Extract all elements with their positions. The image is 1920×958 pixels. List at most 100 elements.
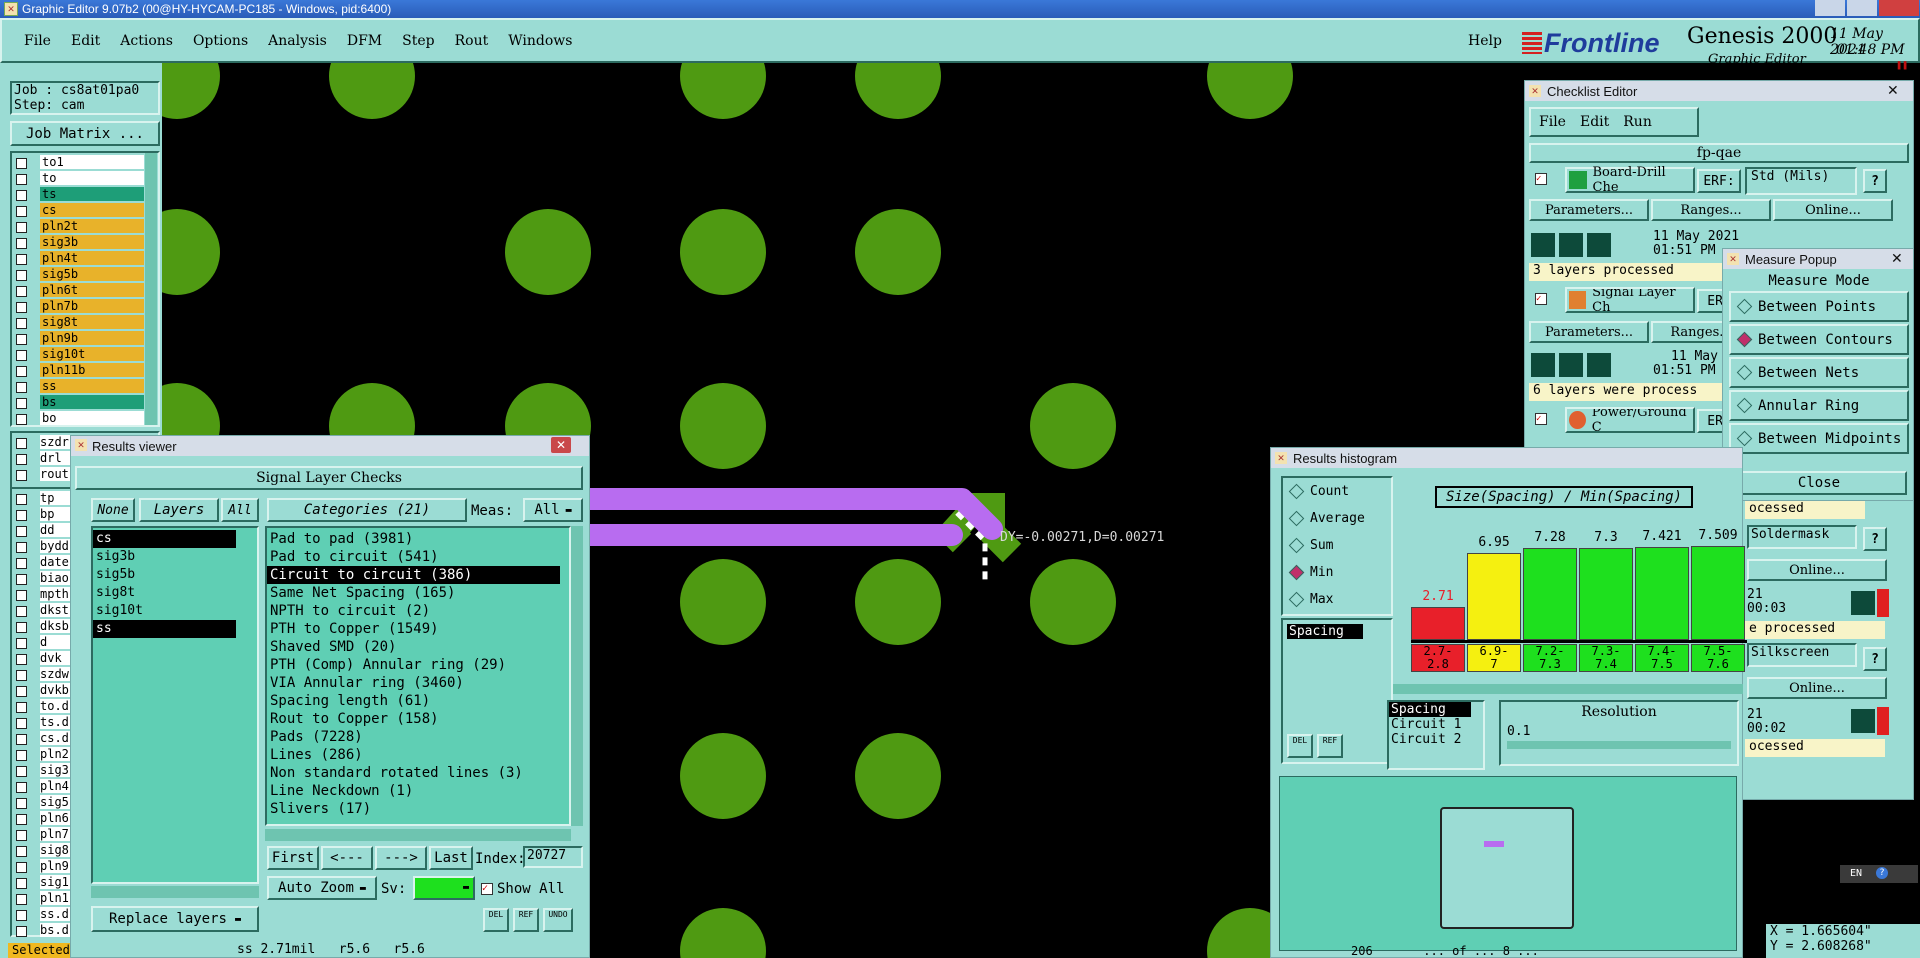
- layer-checkbox[interactable]: [16, 654, 27, 665]
- all-button[interactable]: All: [221, 498, 259, 522]
- layer-checkbox[interactable]: [16, 206, 27, 217]
- layer-checkbox[interactable]: [16, 670, 27, 681]
- layer-checkbox[interactable]: [16, 190, 27, 201]
- layer-checkbox[interactable]: [16, 526, 27, 537]
- layer-checkbox[interactable]: [16, 238, 27, 249]
- ref-button[interactable]: REF: [513, 908, 539, 932]
- menu-dfm[interactable]: DFM: [347, 33, 382, 49]
- sv-color-select[interactable]: ▬: [413, 876, 475, 900]
- layer-checkbox[interactable]: [16, 350, 27, 361]
- category-list-vscroll[interactable]: [571, 526, 583, 826]
- layer-checkbox[interactable]: [16, 574, 27, 585]
- list2-item[interactable]: Spacing: [1389, 702, 1471, 717]
- measure-option[interactable]: Between Nets: [1729, 357, 1909, 388]
- result-layer-item[interactable]: sig3b: [93, 548, 236, 566]
- menu-help[interactable]: Help: [1468, 33, 1502, 49]
- cl-menu-run[interactable]: Run: [1623, 114, 1652, 130]
- run-icon[interactable]: [1559, 233, 1583, 257]
- layer-checkbox[interactable]: [16, 718, 27, 729]
- check1-parameters-button[interactable]: Parameters...: [1529, 199, 1649, 221]
- run-icon[interactable]: [1587, 353, 1611, 377]
- category-item[interactable]: Lines (286): [267, 746, 560, 764]
- close-icon[interactable]: ✕: [551, 437, 571, 453]
- histogram-mode-option[interactable]: Sum: [1283, 532, 1391, 559]
- layer-row[interactable]: bs: [12, 395, 144, 410]
- check1-erf-button[interactable]: ERF:: [1697, 169, 1741, 193]
- next-button[interactable]: --->: [375, 846, 427, 870]
- result-layer-item[interactable]: cs: [93, 530, 236, 548]
- layer-row[interactable]: sig5b: [12, 267, 144, 282]
- close-icon[interactable]: ✕: [1887, 82, 1899, 99]
- zoom-result-icon[interactable]: [1851, 709, 1875, 733]
- layer-checkbox[interactable]: [16, 750, 27, 761]
- help-button[interactable]: ?: [1863, 527, 1887, 551]
- layer-list-hscroll[interactable]: [91, 886, 259, 898]
- layer-checkbox[interactable]: [16, 926, 27, 937]
- layer-checkbox[interactable]: [16, 590, 27, 601]
- menu-actions[interactable]: Actions: [120, 33, 173, 49]
- measure-option[interactable]: Between Points: [1729, 291, 1909, 322]
- run-icon[interactable]: [1587, 233, 1611, 257]
- histogram-bar[interactable]: [1467, 553, 1521, 640]
- layer-checkbox[interactable]: [16, 622, 27, 633]
- help-button[interactable]: ?: [1863, 169, 1887, 193]
- layer-checkbox[interactable]: [16, 334, 27, 345]
- histogram-bar[interactable]: [1411, 607, 1465, 640]
- layer-checkbox[interactable]: [16, 318, 27, 329]
- category-item[interactable]: Shaved SMD (20): [267, 638, 560, 656]
- layer-row[interactable]: pln9b: [12, 331, 144, 346]
- histogram-bar[interactable]: [1691, 546, 1745, 640]
- ref-button[interactable]: REF: [1317, 734, 1343, 758]
- layer-checkbox[interactable]: [16, 862, 27, 873]
- menu-step[interactable]: Step: [402, 33, 434, 49]
- layer-checkbox[interactable]: [16, 222, 27, 233]
- replace-layers-select[interactable]: Replace layers ▬: [91, 906, 259, 932]
- layer-row[interactable]: pln4t: [12, 251, 144, 266]
- histogram-bar[interactable]: [1635, 547, 1689, 640]
- result-layer-item[interactable]: ss: [93, 620, 236, 638]
- categories-tab[interactable]: Categories (21): [267, 498, 467, 522]
- layer-row[interactable]: ts: [12, 187, 144, 202]
- histogram-mode-option[interactable]: Average: [1283, 505, 1391, 532]
- list2-item[interactable]: Circuit 2: [1389, 732, 1483, 747]
- layer-checkbox[interactable]: [16, 734, 27, 745]
- check1-ranges-button[interactable]: Ranges...: [1651, 199, 1771, 221]
- run-icon[interactable]: [1559, 353, 1583, 377]
- category-item[interactable]: Slivers (17): [267, 800, 560, 818]
- prev-button[interactable]: <---: [321, 846, 373, 870]
- menu-edit[interactable]: Edit: [71, 33, 100, 49]
- show-all-checkbox[interactable]: ✓ Show All: [481, 878, 581, 900]
- layer-checkbox[interactable]: [16, 606, 27, 617]
- menu-options[interactable]: Options: [193, 33, 248, 49]
- menu-analysis[interactable]: Analysis: [268, 33, 327, 49]
- result-layer-item[interactable]: sig8t: [93, 584, 236, 602]
- histogram-hscroll[interactable]: [1393, 684, 1743, 694]
- alert-icon[interactable]: [1877, 589, 1889, 617]
- list2-item[interactable]: Circuit 1: [1389, 717, 1483, 732]
- menu-rout[interactable]: Rout: [455, 33, 489, 49]
- layer-checkbox[interactable]: [16, 382, 27, 393]
- layer-checkbox[interactable]: [16, 270, 27, 281]
- histogram-mode-option[interactable]: Min: [1283, 559, 1391, 586]
- zoom-result-icon[interactable]: [1851, 591, 1875, 615]
- layer-row[interactable]: ss: [12, 379, 144, 394]
- layer-checkbox[interactable]: [16, 510, 27, 521]
- layer-checkbox[interactable]: [16, 766, 27, 777]
- layer-row[interactable]: pln6t: [12, 283, 144, 298]
- layer-row[interactable]: cs: [12, 203, 144, 218]
- result-layer-item[interactable]: sig10t: [93, 602, 236, 620]
- maximize-button[interactable]: [1847, 0, 1877, 16]
- layer-row[interactable]: sig8t: [12, 315, 144, 330]
- layer-row[interactable]: bo: [12, 411, 144, 426]
- layer-checkbox[interactable]: [16, 158, 27, 169]
- last-button[interactable]: Last: [429, 846, 473, 870]
- layer-checkbox[interactable]: [16, 414, 27, 425]
- layer-checkbox[interactable]: [16, 702, 27, 713]
- cl-menu-edit[interactable]: Edit: [1580, 114, 1609, 130]
- layer-checkbox[interactable]: [16, 798, 27, 809]
- category-item[interactable]: Pad to pad (3981): [267, 530, 560, 548]
- histogram-bar[interactable]: [1579, 548, 1633, 640]
- category-item[interactable]: NPTH to circuit (2): [267, 602, 560, 620]
- resolution-slider[interactable]: [1507, 741, 1731, 749]
- run-icon[interactable]: [1531, 233, 1555, 257]
